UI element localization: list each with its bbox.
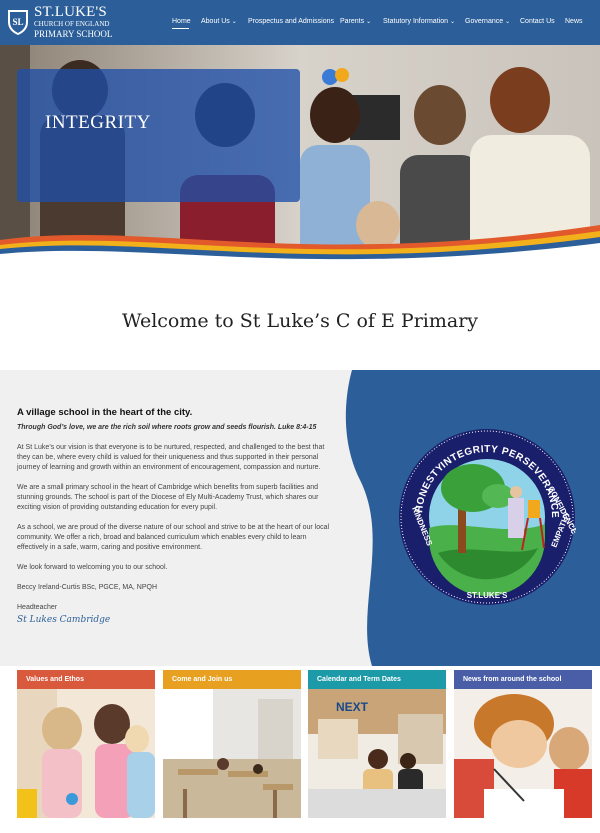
nav-news[interactable]: News [565, 17, 583, 26]
main-nav: Home About Us ⌄ Prospectus and Admissions… [0, 17, 600, 29]
logo-school: PRIMARY SCHOOL [34, 29, 113, 39]
card-label: News from around the school [454, 670, 592, 689]
headteacher-role: Headteacher [17, 604, 58, 611]
nav-label: Parents [340, 18, 365, 25]
nav-about-us[interactable]: About Us ⌄ [201, 17, 237, 27]
nav-label: Home [172, 18, 191, 25]
card-photo [17, 689, 155, 818]
chevron-down-icon: ⌄ [231, 19, 237, 25]
intro-paragraph: We are a small primary school in the hea… [17, 484, 319, 511]
nav-home[interactable]: Home [172, 17, 191, 26]
intro-paragraph: At St Luke’s our vision is that everyone… [17, 444, 325, 471]
intro-heading: A village school in the heart of the cit… [17, 407, 193, 418]
mosaic-word: ST.LUKE'S [467, 591, 508, 600]
card-news[interactable]: News from around the school [454, 670, 592, 818]
nav-prospectus[interactable]: Prospectus and Admissions [248, 17, 334, 26]
intro-paragraph: As a school, we are proud of the diverse… [17, 524, 330, 551]
hero-photo [0, 45, 600, 265]
nav-parents[interactable]: Parents ⌄ [340, 17, 371, 27]
chevron-down-icon: ⌄ [505, 19, 511, 25]
hero-banner: INTEGRITY [0, 45, 600, 265]
nav-label: Statutory Information [383, 18, 448, 25]
card-label: Values and Ethos [17, 670, 155, 689]
quick-links: Values and Ethos Come and Join us Calend… [0, 670, 600, 833]
nav-label: Contact Us [520, 18, 555, 25]
nav-label: Governance [465, 18, 504, 25]
nav-contact[interactable]: Contact Us [520, 17, 555, 26]
card-photo [454, 689, 592, 818]
hero-title: INTEGRITY [45, 112, 151, 133]
card-photo: NEXT [308, 689, 446, 818]
nav-label: Prospectus and Admissions [248, 18, 334, 25]
nav-label: About Us [201, 18, 230, 25]
nav-governance[interactable]: Governance ⌄ [465, 17, 510, 27]
nav-label: News [565, 18, 583, 25]
nav-active-indicator [172, 28, 189, 29]
headteacher-name: Beccy Ireland-Curtis BSc, PGCE, MA, NPQH [17, 584, 158, 591]
card-come-join[interactable]: Come and Join us [163, 670, 301, 818]
intro-text: A village school in the heart of the cit… [17, 407, 337, 626]
card-photo [163, 689, 301, 818]
intro-verse: Through God’s love, we are the rich soil… [17, 424, 317, 431]
school-mosaic-emblem: HONESTY INTEGRITY PERSEVERANCE CONFIDENC… [399, 429, 576, 605]
site-header: SL ST.LUKE'S CHURCH OF ENGLAND PRIMARY S… [0, 0, 600, 45]
signature: St Lukes Cambridge [17, 615, 111, 625]
welcome-heading: Welcome to St Luke’s C of E Primary [121, 310, 479, 332]
card-values-ethos[interactable]: Values and Ethos [17, 670, 155, 818]
intro-paragraph: We look forward to welcoming you to our … [17, 564, 168, 571]
next-sign: NEXT [336, 700, 369, 714]
chevron-down-icon: ⌄ [366, 19, 372, 25]
card-label: Come and Join us [163, 670, 301, 689]
card-label: Calendar and Term Dates [308, 670, 446, 689]
chevron-down-icon: ⌄ [449, 19, 456, 25]
nav-statutory[interactable]: Statutory Information ⌄ [383, 17, 455, 27]
card-calendar[interactable]: Calendar and Term Dates NEXT [308, 670, 446, 818]
